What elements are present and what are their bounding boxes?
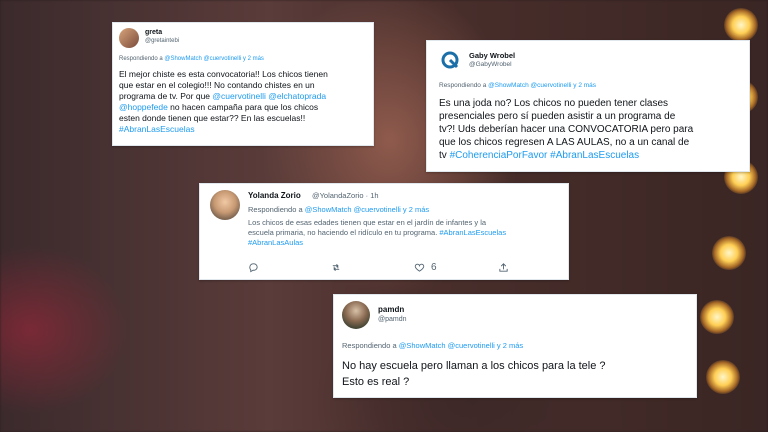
text-segment: escuela primaria, no haciendo el ridícul… xyxy=(248,228,440,238)
mention-link[interactable]: @cuervotinelli xyxy=(212,91,266,101)
avatar[interactable] xyxy=(210,190,240,220)
user-name[interactable]: Gaby Wrobel xyxy=(469,51,515,60)
reply-mentions[interactable]: @ShowMatch @cuervotinelli y 2 más xyxy=(164,56,264,62)
text-line: que estar en el colegio!!! No contando c… xyxy=(119,80,315,91)
reply-icon xyxy=(249,263,258,273)
replying-label: Respondiendo a xyxy=(248,205,303,214)
avatar[interactable] xyxy=(439,49,461,71)
share-button[interactable] xyxy=(498,262,509,273)
mention-link[interactable]: @elchatoprada xyxy=(268,91,326,101)
replying-label: Respondiendo a xyxy=(342,341,397,350)
tweet-text: Es una joda no? Los chicos no pueden ten… xyxy=(439,97,749,162)
hashtag-link[interactable]: #AbranLasEscuelas xyxy=(550,150,639,161)
user-handle[interactable]: @YolandaZorio · 1h xyxy=(312,191,379,200)
text-line: Es una joda no? Los chicos no pueden ten… xyxy=(439,98,669,109)
hashtag-link[interactable]: #AbranLasEscuelas xyxy=(439,228,506,237)
text-line: El mejor chiste es esta convocatoria!! L… xyxy=(119,69,328,79)
text-line: Los chicos de esas edades tienen que est… xyxy=(248,218,487,227)
stage-light xyxy=(700,300,734,334)
tweet-pamdn[interactable]: pamdn @pamdn Respondiendo a @ShowMatch @… xyxy=(333,294,697,398)
retweet-button[interactable] xyxy=(330,262,342,273)
text-line: esten donde tienen que estar?? En las es… xyxy=(119,113,306,124)
share-icon xyxy=(499,263,508,272)
stage-light xyxy=(706,360,740,394)
like-count: 6 xyxy=(431,262,437,273)
logo-icon xyxy=(441,51,459,69)
text-line: que los chicos regresen A LAS AULAS, no … xyxy=(439,137,690,148)
stage-light xyxy=(712,236,746,270)
avatar[interactable] xyxy=(119,28,139,48)
stage-light xyxy=(724,8,758,42)
replying-to: Respondiendo a @ShowMatch @cuervotinelli… xyxy=(439,82,596,89)
text-line: tv?! Uds deberían hacer una CONVOCATORIA… xyxy=(439,124,694,135)
reply-mentions[interactable]: @ShowMatch @cuervotinelli y 2 más xyxy=(399,341,523,350)
replying-to: Respondiendo a @ShowMatch @cuervotinelli… xyxy=(119,56,264,62)
text-segment: programa de tv. Por que xyxy=(119,91,213,102)
tweet-actions: 6 xyxy=(248,262,558,274)
user-handle[interactable]: @gretaintebi xyxy=(145,38,179,44)
replying-label: Respondiendo a xyxy=(119,56,163,62)
avatar[interactable] xyxy=(342,301,370,329)
replying-label: Respondiendo a xyxy=(439,82,487,89)
text-segment: tv xyxy=(439,150,450,161)
tweet-greta[interactable]: greta @gretaintebi Respondiendo a @ShowM… xyxy=(112,22,374,146)
user-name[interactable]: greta xyxy=(145,29,162,36)
like-button[interactable]: 6 xyxy=(414,262,437,273)
text-line: presenciales pero sí pueden asistir a un… xyxy=(439,111,676,122)
tweet-text: Los chicos de esas edades tienen que est… xyxy=(248,218,566,248)
text-line: programa de tv. Por que @cuervotinelli @… xyxy=(119,91,373,102)
tweet-text: No hay escuela pero llaman a los chicos … xyxy=(342,359,694,391)
text-line: tv #CoherenciaPorFavor #AbranLasEscuelas xyxy=(439,149,749,162)
reply-mentions[interactable]: @ShowMatch @cuervotinelli y 2 más xyxy=(488,82,596,89)
retweet-icon xyxy=(332,263,340,272)
user-handle[interactable]: @GabyWrobel xyxy=(469,61,512,68)
like-icon xyxy=(414,263,425,272)
tweet-text: El mejor chiste es esta convocatoria!! L… xyxy=(119,69,373,135)
mention-link[interactable]: @hoppefede xyxy=(119,102,168,112)
reply-mentions[interactable]: @ShowMatch @cuervotinelli y 2 más xyxy=(305,205,429,214)
user-name[interactable]: Yolanda Zorio xyxy=(248,191,301,200)
reply-button[interactable] xyxy=(248,262,259,273)
text-line: @hoppefede no hacen campaña para que los… xyxy=(119,102,373,113)
hashtag-link[interactable]: #AbranLasEscuelas xyxy=(119,124,373,135)
text-segment: no hacen campaña para que los chicos xyxy=(167,102,319,113)
replying-to: Respondiendo a @ShowMatch @cuervotinelli… xyxy=(248,205,429,214)
text-line: Esto es real ? xyxy=(342,375,410,388)
hashtag-link[interactable]: #CoherenciaPorFavor xyxy=(450,150,548,161)
user-handle[interactable]: @pamdn xyxy=(378,316,407,323)
text-line: escuela primaria, no haciendo el ridícul… xyxy=(248,228,566,238)
tweet-gaby-wrobel[interactable]: Gaby Wrobel @GabyWrobel Respondiendo a @… xyxy=(426,40,750,172)
hashtag-link[interactable]: #AbranLasAulas xyxy=(248,238,566,248)
text-line: No hay escuela pero llaman a los chicos … xyxy=(342,360,606,372)
replying-to: Respondiendo a @ShowMatch @cuervotinelli… xyxy=(342,341,523,350)
tweet-yolanda-zorio[interactable]: Yolanda Zorio @YolandaZorio · 1h Respond… xyxy=(199,183,569,280)
user-name[interactable]: pamdn xyxy=(378,305,404,314)
